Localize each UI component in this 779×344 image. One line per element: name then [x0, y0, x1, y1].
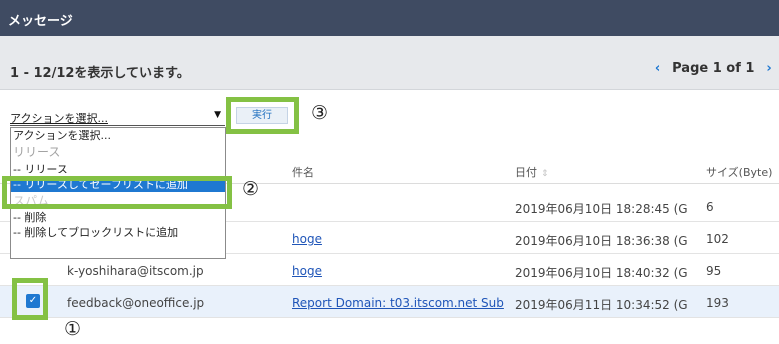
- quarantine-page: メッセージ 1 - 12/12を表示しています。 ‹ Page 1 of 1 ›…: [0, 0, 779, 344]
- callout-three: ③: [311, 102, 329, 124]
- row-date: 2019年06月10日 18:36:38 (G: [515, 234, 688, 248]
- row-date: 2019年06月10日 18:28:45 (G: [515, 202, 688, 216]
- callout-two: ②: [242, 178, 260, 200]
- row-size: 95: [706, 264, 722, 278]
- row-subject[interactable]: hoge: [292, 232, 322, 246]
- row-from: k-yoshihara@itscom.jp: [67, 264, 204, 278]
- page-title-text: メッセージ: [8, 14, 73, 29]
- dropdown-option[interactable]: アクションを選択...: [11, 128, 225, 143]
- row-from: feedback@oneoffice.jp: [67, 296, 205, 310]
- row-subject[interactable]: hoge: [292, 264, 322, 278]
- callout-one: ①: [64, 318, 82, 340]
- row-size: 102: [706, 232, 729, 246]
- dropdown-arrow-icon: ▼: [214, 110, 221, 120]
- page-indicator: Page 1 of 1: [672, 61, 755, 76]
- result-count: 1 - 12/12を表示しています。: [10, 66, 190, 81]
- execute-highlight: 実行: [226, 97, 299, 134]
- row-size: 193: [706, 296, 729, 310]
- option-highlight: [2, 176, 232, 209]
- row-size: 6: [706, 200, 714, 214]
- table-row[interactable]: feedback@oneoffice.jp Report Domain: t03…: [0, 286, 779, 318]
- action-select-value: アクションを選択...: [10, 112, 108, 125]
- date-header[interactable]: 日付 ⇕: [515, 164, 549, 180]
- date-header-label: 日付: [515, 166, 537, 179]
- sort-icon: ⇕: [541, 169, 549, 179]
- row-date: 2019年06月10日 18:40:32 (G: [515, 266, 688, 280]
- next-page-icon[interactable]: ›: [759, 61, 779, 76]
- prev-page-icon[interactable]: ‹: [648, 61, 668, 76]
- dropdown-option[interactable]: -- 削除してブロックリストに追加: [11, 225, 225, 240]
- row-date: 2019年06月11日 10:34:52 (G: [515, 298, 688, 312]
- dropdown-option[interactable]: -- リリース: [11, 161, 225, 173]
- execute-button[interactable]: 実行: [236, 107, 288, 124]
- row-subject[interactable]: Report Domain: t03.itscom.net Sub: [292, 296, 504, 310]
- action-select[interactable]: アクションを選択... ▼: [10, 110, 225, 126]
- pagination: ‹ Page 1 of 1 ›: [648, 61, 779, 76]
- dropdown-option[interactable]: -- 削除: [11, 210, 225, 225]
- subject-header[interactable]: 件名: [292, 164, 314, 180]
- pager-bar: 1 - 12/12を表示しています。 ‹ Page 1 of 1 ›: [0, 36, 779, 90]
- size-header[interactable]: サイズ(Byte): [706, 164, 772, 180]
- dropdown-option-group: リリース: [13, 145, 61, 159]
- page-title: メッセージ: [0, 0, 779, 36]
- checkbox-highlight: [12, 278, 48, 320]
